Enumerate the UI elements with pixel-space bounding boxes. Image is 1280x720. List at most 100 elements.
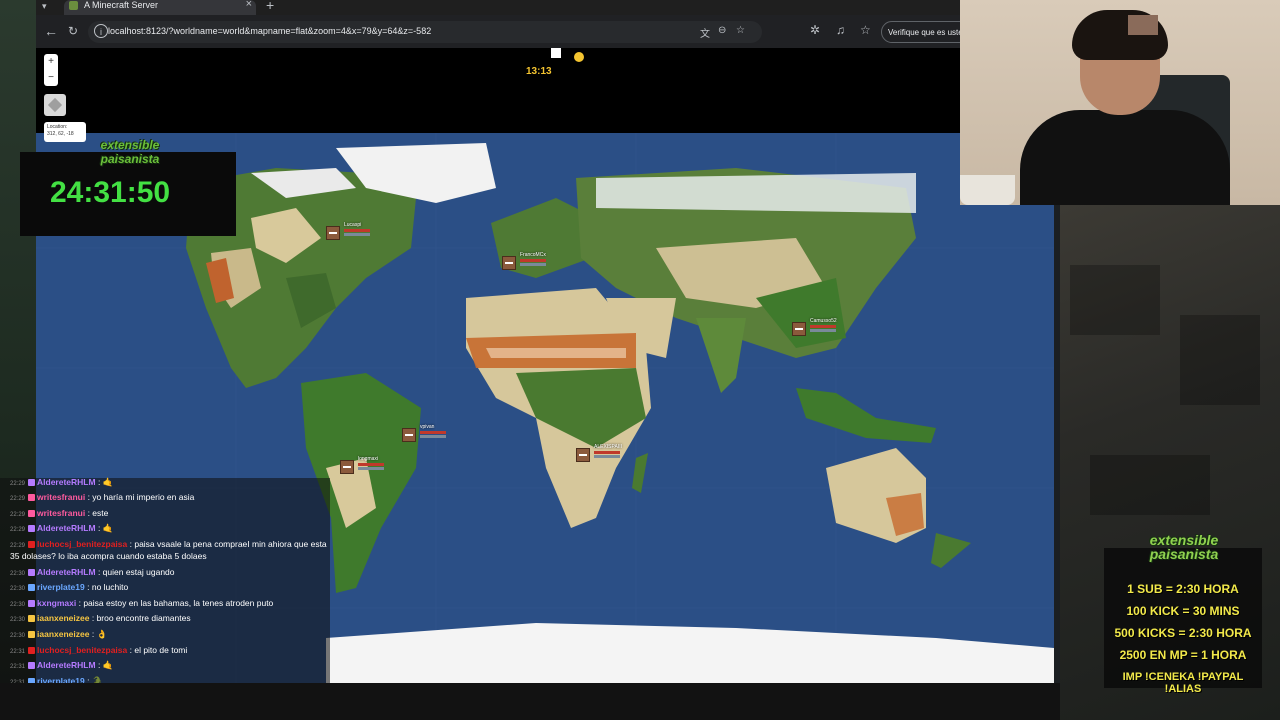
chat-timestamp: 22:30 [10, 633, 26, 639]
cup [960, 175, 1015, 205]
zoom-in-button[interactable]: + [44, 54, 58, 70]
goals-panel [1104, 548, 1262, 688]
player-name: FrancoMCx [520, 252, 546, 258]
extensions-icon[interactable]: ✲ [810, 23, 820, 37]
chat-text: 🤙 [102, 660, 114, 670]
zoom-icon[interactable]: ⊖ [718, 25, 726, 36]
health-bar [358, 463, 384, 466]
chat-timestamp: 22:30 [10, 602, 26, 608]
sun-icon [574, 52, 584, 62]
chat-username: AldereteRHLM [37, 567, 96, 577]
goal-item: 100 KICK = 30 MINS [1126, 604, 1240, 618]
chat-username: luchocsj_benitezpaisa [37, 645, 128, 655]
back-arrow-icon[interactable]: ← [44, 23, 58, 39]
player-head-icon [326, 226, 340, 240]
favorites-icon[interactable]: ☆ [860, 23, 871, 37]
chat-username: riverplate19 [37, 582, 85, 592]
chat-badge-icon [28, 525, 36, 532]
player-name: vpivan [420, 424, 435, 430]
chat-message: 22:29 writesfranui : este [10, 508, 109, 518]
chat-username: AldereteRHLM [37, 477, 96, 487]
stream-timer: 24:31:50 [50, 176, 171, 209]
chat-badge-icon [28, 631, 36, 638]
chat-badge-icon [28, 600, 36, 607]
close-tab-icon[interactable]: × [246, 0, 252, 10]
chat-text: yo haría mi imperio en asia [92, 492, 195, 502]
chat-timestamp: 22:31 [10, 664, 26, 670]
media-icon[interactable]: ♫ [836, 23, 845, 37]
armor-bar [420, 435, 446, 438]
brand-logo: extensible paisanista [80, 138, 180, 166]
armor-bar [810, 329, 836, 332]
chat-timestamp: 22:29 [10, 512, 26, 518]
goals-brand-line-1: extensible [1149, 532, 1219, 548]
location-value: 312, 62, -18 [47, 131, 74, 137]
chat-text: 🤙 [102, 477, 114, 487]
chat-text: este [92, 508, 109, 518]
chat-timestamp: 22:29 [10, 527, 26, 533]
health-bar [344, 229, 370, 232]
health-bar [520, 259, 546, 262]
goal-item: 1 SUB = 2:30 HORA [1127, 582, 1239, 596]
chat-username: kxngmaxi [37, 598, 77, 608]
bookmark-star-icon[interactable]: ☆ [736, 25, 745, 36]
player-head-icon [340, 460, 354, 474]
goals-brand-logo: extensible paisanista [1124, 533, 1244, 561]
game-clock: 13:13 [526, 66, 552, 77]
chat-timestamp: 22:30 [10, 586, 26, 592]
streamer-body [1020, 110, 1230, 205]
chat-text: paisa estoy en las bahamas, la tenes atr… [83, 598, 274, 608]
chat-badge-icon [28, 541, 36, 548]
chat-timestamp: 22:29 [10, 481, 26, 487]
chat-timestamp: 22:30 [10, 617, 26, 623]
chat-message: 22:30 kxngmaxi : paisa estoy en las baham… [10, 598, 274, 608]
translate-icon[interactable]: ⽂ [700, 25, 710, 40]
tab-list-icon[interactable]: ▾ [42, 1, 54, 11]
tab-minecraft-server[interactable]: A Minecraft Server × [64, 0, 256, 15]
chat-username: AldereteRHLM [37, 523, 96, 533]
layer-selector-button[interactable] [44, 94, 66, 116]
player-name: Camusso52 [810, 318, 837, 324]
chat-timestamp: 22:29 [10, 496, 26, 502]
chat-text: el pito de tomi [134, 645, 188, 655]
minecraft-favicon-icon [69, 1, 78, 10]
chat-message: 22:29 AldereteRHLM : 🤙 [10, 477, 114, 487]
chat-badge-icon [28, 510, 36, 517]
chat-message: 22:30 riverplate19 : no luchito [10, 582, 129, 592]
player-head-icon [576, 448, 590, 462]
zoom-out-button[interactable]: − [44, 70, 58, 86]
new-tab-icon[interactable]: + [266, 0, 274, 13]
chat-badge-icon [28, 615, 36, 622]
chat-message: 22:31 luchocsj_benitezpaisa : el pito de … [10, 645, 188, 655]
player-head-icon [792, 322, 806, 336]
goal-item: IMP !CENEKA !PAYPAL !ALIAS [1122, 671, 1244, 695]
chat-text: 👌 [96, 629, 108, 639]
chat-username: writesfranui [37, 508, 86, 518]
health-bar [420, 431, 446, 434]
chat-message: 22:29 AldereteRHLM : 🤙 [10, 523, 114, 533]
chat-message: 22:31 AldereteRHLM : 🤙 [10, 660, 114, 670]
zoom-control: + − [44, 54, 58, 86]
chat-username: iaanxeneizee [37, 629, 90, 639]
brand-line-2: paisanista [100, 152, 160, 166]
verify-button[interactable]: Verifique que es uste [881, 21, 971, 43]
browser-window: ▾ A Minecraft Server × + ← ↻ i localhost… [36, 0, 971, 48]
chat-text: 🤙 [102, 523, 114, 533]
chat-badge-icon [28, 662, 36, 669]
chat-username: AldereteRHLM [37, 660, 96, 670]
address-bar[interactable]: i localhost:8123/?worldname=world&mapnam… [88, 21, 762, 43]
chat-badge-icon [28, 479, 36, 486]
url-text[interactable]: localhost:8123/?worldname=world&mapname=… [108, 26, 431, 36]
chat-message: 22:29 writesfranui : yo haría mi imperio … [10, 492, 195, 502]
shelf-figure [1128, 15, 1158, 35]
chat-text: paisa vsaale la pena compraeI min ahiora… [134, 539, 327, 549]
chat-text: no luchito [91, 582, 129, 592]
tab-strip: ▾ A Minecraft Server × + [36, 0, 960, 15]
chat-message: 22:30 iaanxeneizee : 👌 [10, 629, 108, 639]
player-name: longmaxi [358, 456, 379, 462]
reload-icon[interactable]: ↻ [68, 24, 78, 38]
armor-bar [520, 263, 546, 266]
location-label: Location: [47, 124, 68, 130]
site-info-icon[interactable]: i [94, 24, 108, 38]
chat-username: writesfranui [37, 492, 86, 502]
